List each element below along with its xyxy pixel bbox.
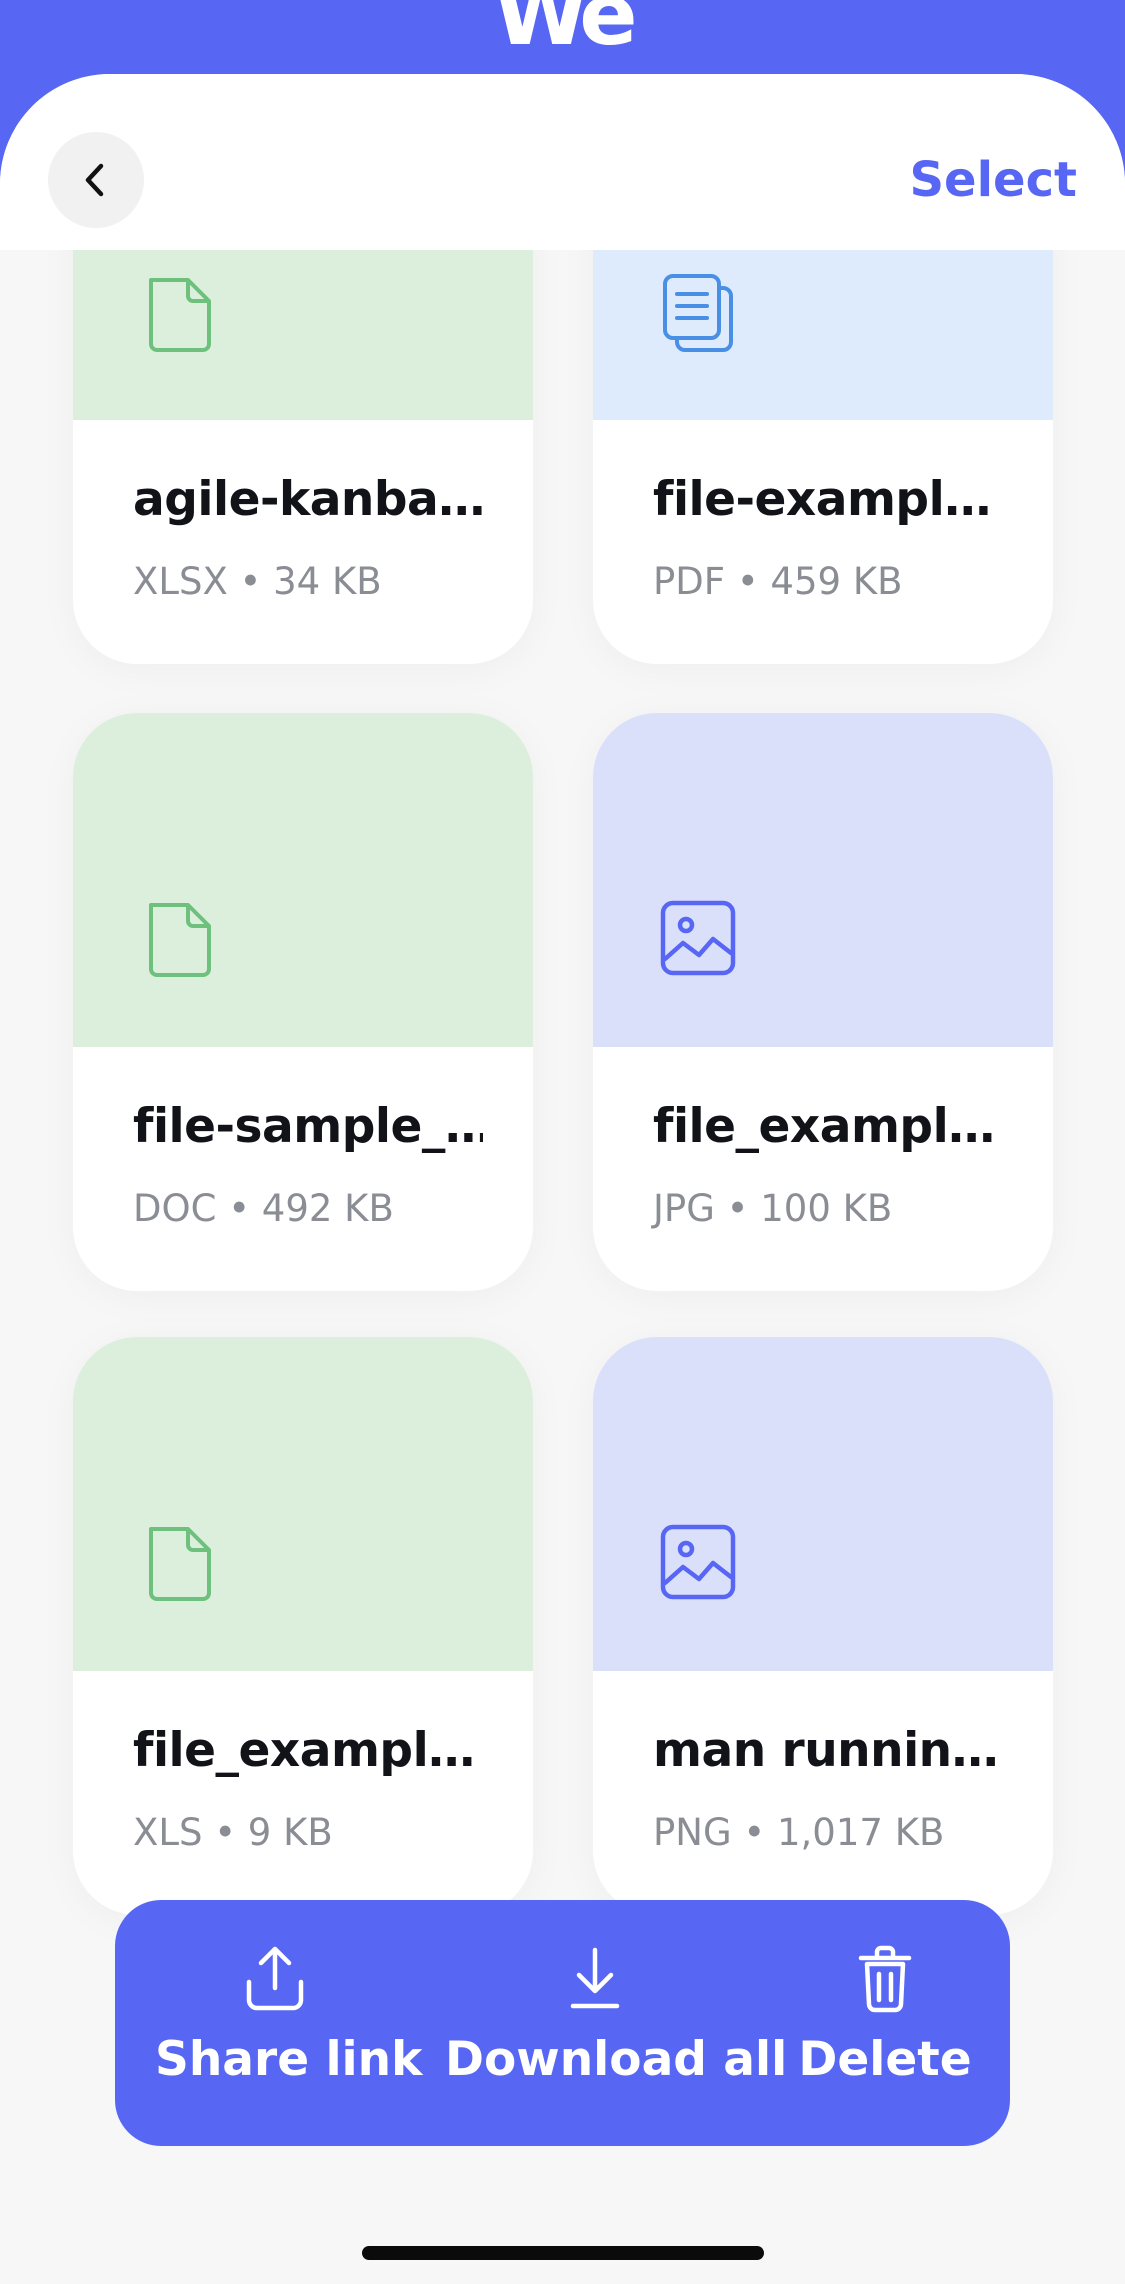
file-name: agile-kanba… xyxy=(133,472,483,527)
home-indicator xyxy=(362,2246,764,2260)
file-name: file-exampl… xyxy=(653,472,991,527)
download-icon xyxy=(570,1947,620,2009)
file-name: file_exampl… xyxy=(653,1099,995,1154)
file-card[interactable]: file_exampl… JPG • 100 KB xyxy=(593,713,1053,1291)
pdf-document-icon xyxy=(663,274,733,352)
file-meta: XLSX • 34 KB xyxy=(133,560,382,603)
download-all-button[interactable]: Download all xyxy=(445,1940,788,2087)
delete-button[interactable]: Delete xyxy=(795,1940,975,2087)
action-bar: Share link Download all Delete xyxy=(115,1900,1010,2146)
share-link-label: Share link xyxy=(155,2032,423,2087)
share-link-button[interactable]: Share link xyxy=(155,1940,423,2087)
file-thumbnail xyxy=(593,713,1053,1047)
top-bar: Select xyxy=(0,74,1125,250)
file-card[interactable]: file_exampl… XLS • 9 KB xyxy=(73,1337,533,1915)
chevron-left-icon xyxy=(85,163,104,197)
share-upload-icon xyxy=(246,1946,304,2011)
download-all-label: Download all xyxy=(445,2032,788,2087)
file-meta: DOC • 492 KB xyxy=(133,1187,394,1230)
document-icon xyxy=(149,1527,211,1601)
file-thumbnail xyxy=(73,1337,533,1671)
file-meta: XLS • 9 KB xyxy=(133,1811,333,1854)
file-card[interactable]: man runnin… PNG • 1,017 KB xyxy=(593,1337,1053,1915)
back-button[interactable] xyxy=(48,132,144,228)
file-meta: PDF • 459 KB xyxy=(653,560,903,603)
file-meta: JPG • 100 KB xyxy=(653,1187,893,1230)
image-icon xyxy=(660,1524,736,1600)
file-name: file_exampl… xyxy=(133,1723,475,1778)
file-thumbnail xyxy=(73,713,533,1047)
delete-label: Delete xyxy=(798,2032,972,2087)
document-icon xyxy=(149,278,211,352)
document-icon xyxy=(149,903,211,977)
file-card[interactable]: file-sample_… DOC • 492 KB xyxy=(73,713,533,1291)
file-name: man runnin… xyxy=(653,1723,999,1778)
file-name: file-sample_… xyxy=(133,1099,483,1154)
file-thumbnail xyxy=(593,1337,1053,1671)
select-button[interactable]: Select xyxy=(909,152,1077,208)
trash-icon xyxy=(858,1945,912,2013)
image-icon xyxy=(660,900,736,976)
file-meta: PNG • 1,017 KB xyxy=(653,1811,945,1854)
wetransfer-logo: We xyxy=(493,0,637,65)
